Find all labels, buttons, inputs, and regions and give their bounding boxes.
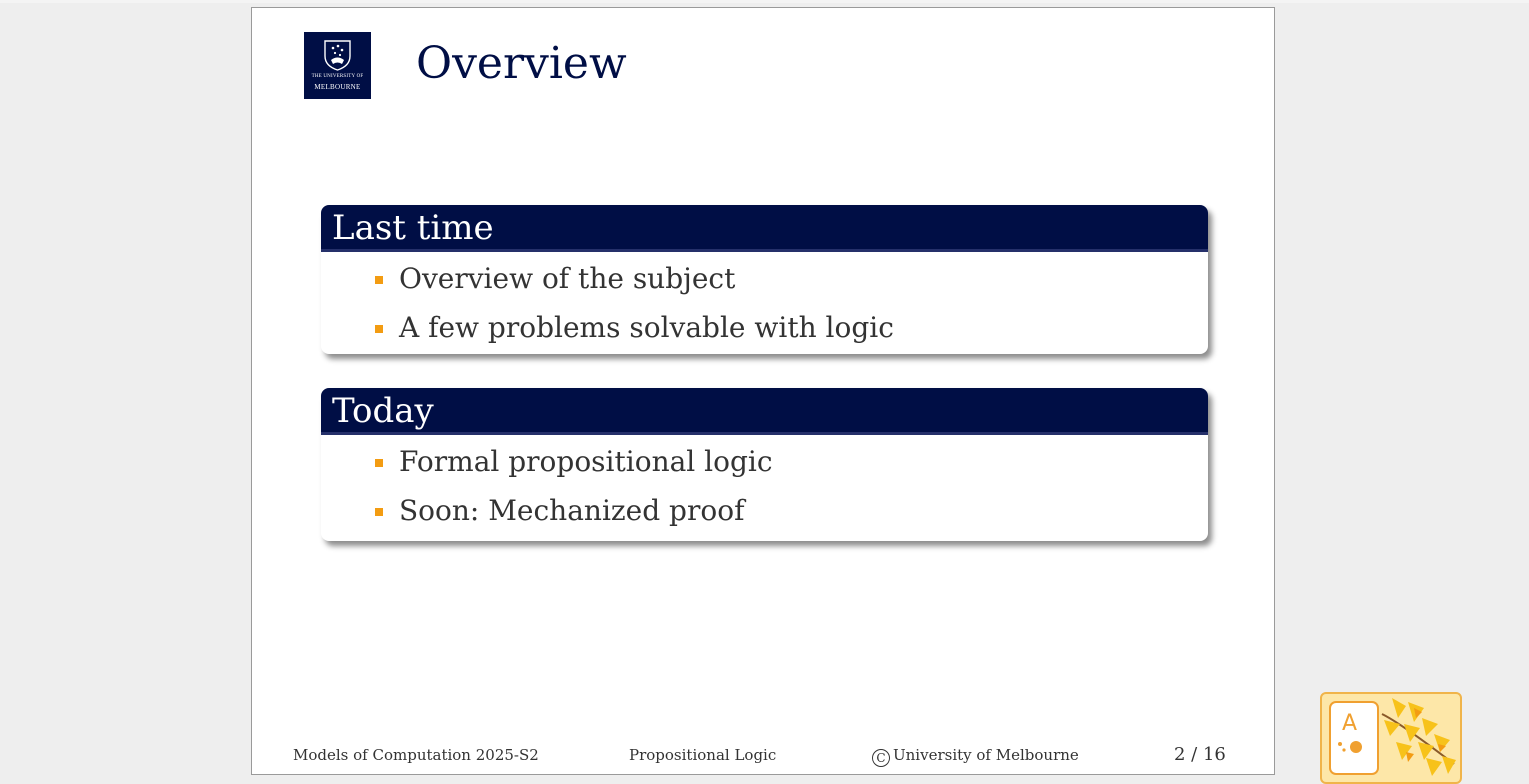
- block-body: Overview of the subject A few problems s…: [321, 252, 1208, 354]
- block-body: Formal propositional logic Soon: Mechani…: [321, 435, 1208, 537]
- logo-text-line2: MELBOURNE: [314, 83, 361, 91]
- viewer-top-bar: [0, 0, 1529, 3]
- list-item: Overview of the subject: [321, 256, 1208, 305]
- crest-icon: [324, 40, 351, 71]
- slide-viewer: THE UNIVERSITY OF MELBOURNE Overview Las…: [0, 0, 1529, 784]
- footer-copyright: C University of Melbourne: [872, 746, 1079, 767]
- footer-topic: Propositional Logic: [629, 746, 777, 764]
- block-title: Last time: [321, 205, 1208, 252]
- list-item-text: Overview of the subject: [399, 262, 736, 295]
- list-item: Soon: Mechanized proof: [321, 488, 1208, 537]
- block-today: Today Formal propositional logic Soon: M…: [321, 388, 1208, 541]
- bullet-square-icon: [375, 508, 383, 516]
- university-logo: THE UNIVERSITY OF MELBOURNE: [304, 32, 371, 99]
- block-title: Today: [321, 388, 1208, 435]
- bullet-square-icon: [375, 276, 383, 284]
- footer-copyright-text: University of Melbourne: [893, 746, 1079, 764]
- block-last-time: Last time Overview of the subject A few …: [321, 205, 1208, 354]
- input-method-widget[interactable]: A: [1320, 692, 1462, 784]
- ime-ginkgo-icon: A: [1329, 698, 1456, 776]
- list-item-text: Soon: Mechanized proof: [399, 494, 745, 527]
- list-item-text: A few problems solvable with logic: [399, 311, 894, 344]
- ime-letter: A: [1342, 711, 1357, 736]
- slide-page: THE UNIVERSITY OF MELBOURNE Overview Las…: [251, 7, 1275, 775]
- list-item: Formal propositional logic: [321, 439, 1208, 488]
- list-item: A few problems solvable with logic: [321, 305, 1208, 354]
- slide-title: Overview: [416, 38, 627, 89]
- list-item-text: Formal propositional logic: [399, 445, 773, 478]
- bullet-square-icon: [375, 325, 383, 333]
- logo-text-line1: THE UNIVERSITY OF: [311, 74, 364, 79]
- page-number: 2 / 16: [1174, 744, 1226, 765]
- footer-subject: Models of Computation 2025-S2: [293, 746, 539, 764]
- copyright-icon: C: [872, 749, 890, 767]
- bullet-square-icon: [375, 459, 383, 467]
